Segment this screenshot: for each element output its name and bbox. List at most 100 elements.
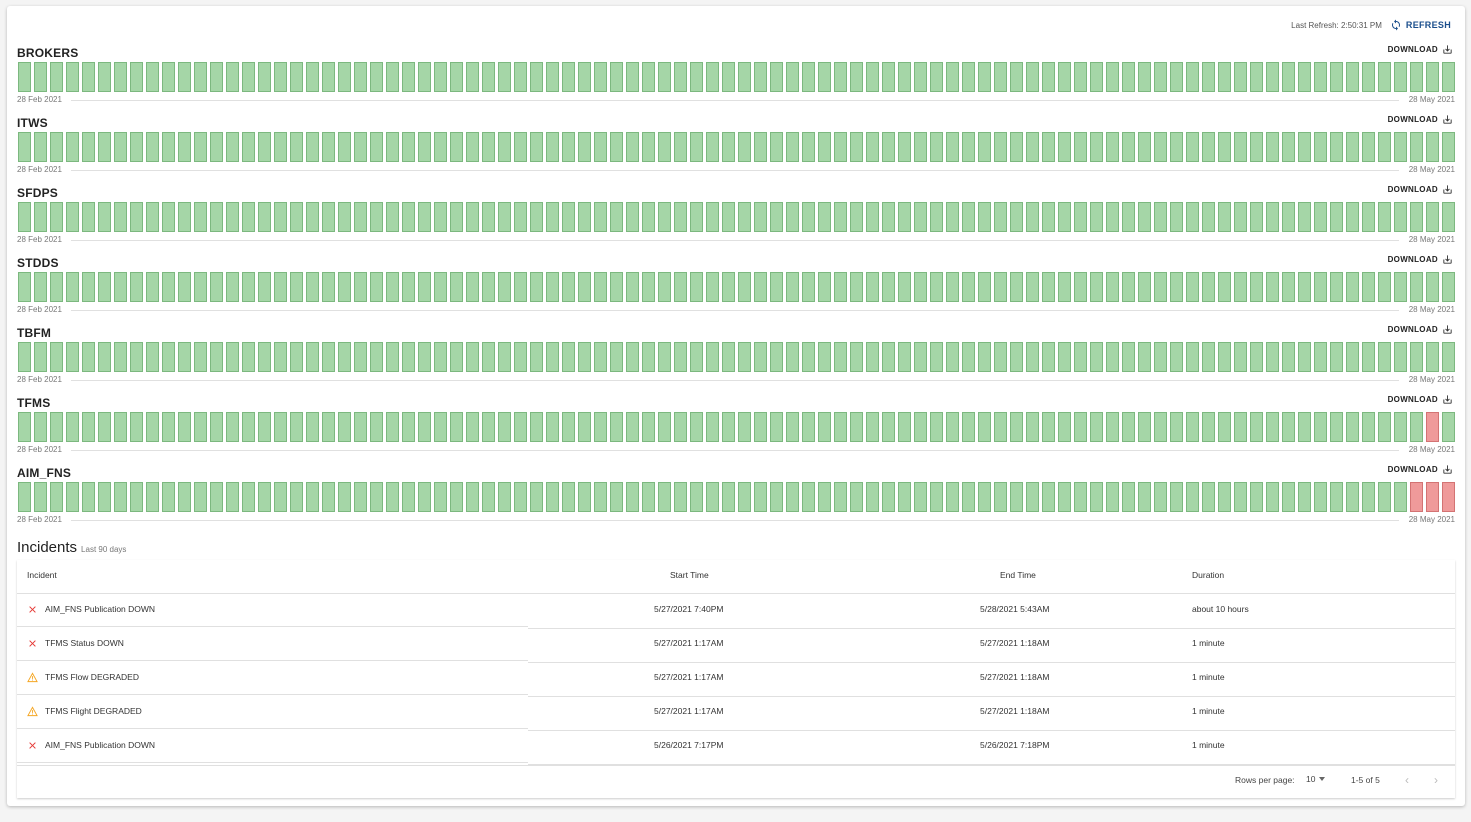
uptime-bar-up[interactable]: [866, 132, 879, 162]
uptime-bar-up[interactable]: [418, 272, 431, 302]
uptime-bar-up[interactable]: [402, 342, 415, 372]
uptime-bar-up[interactable]: [610, 202, 623, 232]
uptime-bar-up[interactable]: [226, 132, 239, 162]
uptime-bar-up[interactable]: [738, 342, 751, 372]
uptime-bar-up[interactable]: [242, 482, 255, 512]
uptime-bar-up[interactable]: [466, 132, 479, 162]
uptime-bar-up[interactable]: [914, 412, 927, 442]
uptime-bar-up[interactable]: [866, 272, 879, 302]
uptime-bar-up[interactable]: [1122, 412, 1135, 442]
uptime-bar-up[interactable]: [530, 412, 543, 442]
uptime-bar-up[interactable]: [978, 272, 991, 302]
uptime-bar-up[interactable]: [930, 202, 943, 232]
uptime-bar-up[interactable]: [898, 62, 911, 92]
uptime-bar-up[interactable]: [322, 132, 335, 162]
uptime-bar-up[interactable]: [386, 62, 399, 92]
uptime-bar-up[interactable]: [1266, 482, 1279, 512]
download-button[interactable]: DOWNLOAD: [1388, 254, 1453, 265]
uptime-bar-up[interactable]: [226, 482, 239, 512]
uptime-bar-up[interactable]: [1074, 482, 1087, 512]
uptime-bar-up[interactable]: [546, 62, 559, 92]
uptime-bar-up[interactable]: [178, 412, 191, 442]
uptime-bar-up[interactable]: [514, 412, 527, 442]
uptime-bar-up[interactable]: [770, 482, 783, 512]
uptime-bar-up[interactable]: [1186, 272, 1199, 302]
uptime-bar-up[interactable]: [626, 62, 639, 92]
uptime-bar-up[interactable]: [1010, 202, 1023, 232]
uptime-bar-up[interactable]: [1058, 62, 1071, 92]
uptime-bar-up[interactable]: [1170, 132, 1183, 162]
uptime-bar-up[interactable]: [1122, 482, 1135, 512]
uptime-bar-up[interactable]: [114, 272, 127, 302]
uptime-bar-up[interactable]: [354, 272, 367, 302]
uptime-bar-up[interactable]: [866, 412, 879, 442]
uptime-bar-up[interactable]: [450, 202, 463, 232]
uptime-bar-up[interactable]: [1042, 342, 1055, 372]
uptime-bar-up[interactable]: [194, 412, 207, 442]
uptime-bar-up[interactable]: [370, 272, 383, 302]
uptime-bar-up[interactable]: [114, 132, 127, 162]
uptime-bar-up[interactable]: [386, 272, 399, 302]
uptime-bar-up[interactable]: [210, 342, 223, 372]
uptime-bar-up[interactable]: [802, 482, 815, 512]
uptime-bar-up[interactable]: [1282, 62, 1295, 92]
uptime-bar-up[interactable]: [722, 342, 735, 372]
uptime-bar-up[interactable]: [1266, 62, 1279, 92]
uptime-bar-up[interactable]: [706, 412, 719, 442]
uptime-bar-up[interactable]: [162, 132, 175, 162]
uptime-bar-up[interactable]: [82, 132, 95, 162]
uptime-bar-up[interactable]: [946, 272, 959, 302]
uptime-bar-up[interactable]: [738, 482, 751, 512]
uptime-bar-up[interactable]: [1330, 132, 1343, 162]
uptime-bar-up[interactable]: [242, 412, 255, 442]
uptime-bar-up[interactable]: [642, 62, 655, 92]
uptime-bar-up[interactable]: [1074, 132, 1087, 162]
uptime-bar-up[interactable]: [850, 342, 863, 372]
uptime-bar-up[interactable]: [1026, 62, 1039, 92]
uptime-bar-up[interactable]: [1234, 342, 1247, 372]
uptime-bar-up[interactable]: [626, 272, 639, 302]
uptime-bar-up[interactable]: [1362, 482, 1375, 512]
uptime-bar-up[interactable]: [1202, 412, 1215, 442]
uptime-bar-up[interactable]: [674, 482, 687, 512]
uptime-bar-up[interactable]: [210, 132, 223, 162]
uptime-bar-up[interactable]: [882, 412, 895, 442]
uptime-bar-up[interactable]: [1026, 132, 1039, 162]
uptime-bar-up[interactable]: [882, 132, 895, 162]
download-button[interactable]: DOWNLOAD: [1388, 464, 1453, 475]
uptime-bar-up[interactable]: [994, 342, 1007, 372]
uptime-bar-up[interactable]: [562, 412, 575, 442]
uptime-bar-up[interactable]: [338, 202, 351, 232]
uptime-bar-up[interactable]: [178, 132, 191, 162]
uptime-bar-up[interactable]: [674, 62, 687, 92]
uptime-bar-up[interactable]: [146, 482, 159, 512]
uptime-bar-up[interactable]: [546, 342, 559, 372]
uptime-bar-up[interactable]: [1346, 132, 1359, 162]
uptime-bar-up[interactable]: [1394, 62, 1407, 92]
uptime-bar-up[interactable]: [882, 62, 895, 92]
uptime-bar-up[interactable]: [866, 342, 879, 372]
uptime-bar-up[interactable]: [1026, 412, 1039, 442]
uptime-bar-up[interactable]: [546, 202, 559, 232]
uptime-bar-up[interactable]: [594, 62, 607, 92]
uptime-bar-up[interactable]: [626, 132, 639, 162]
uptime-bar-up[interactable]: [498, 202, 511, 232]
uptime-bar-up[interactable]: [1362, 202, 1375, 232]
uptime-bar-up[interactable]: [466, 202, 479, 232]
uptime-bar-up[interactable]: [1362, 342, 1375, 372]
uptime-bar-up[interactable]: [706, 132, 719, 162]
uptime-bar-up[interactable]: [1010, 132, 1023, 162]
uptime-bar-up[interactable]: [66, 62, 79, 92]
uptime-bar-up[interactable]: [450, 482, 463, 512]
uptime-bar-up[interactable]: [1138, 62, 1151, 92]
uptime-bar-up[interactable]: [466, 272, 479, 302]
uptime-bar-up[interactable]: [1090, 62, 1103, 92]
uptime-bar-up[interactable]: [114, 412, 127, 442]
uptime-bar-up[interactable]: [386, 412, 399, 442]
uptime-bar-up[interactable]: [658, 132, 671, 162]
uptime-bar-up[interactable]: [1266, 132, 1279, 162]
uptime-bar-up[interactable]: [626, 342, 639, 372]
download-button[interactable]: DOWNLOAD: [1388, 324, 1453, 335]
uptime-bar-up[interactable]: [642, 342, 655, 372]
uptime-bar-up[interactable]: [18, 202, 31, 232]
